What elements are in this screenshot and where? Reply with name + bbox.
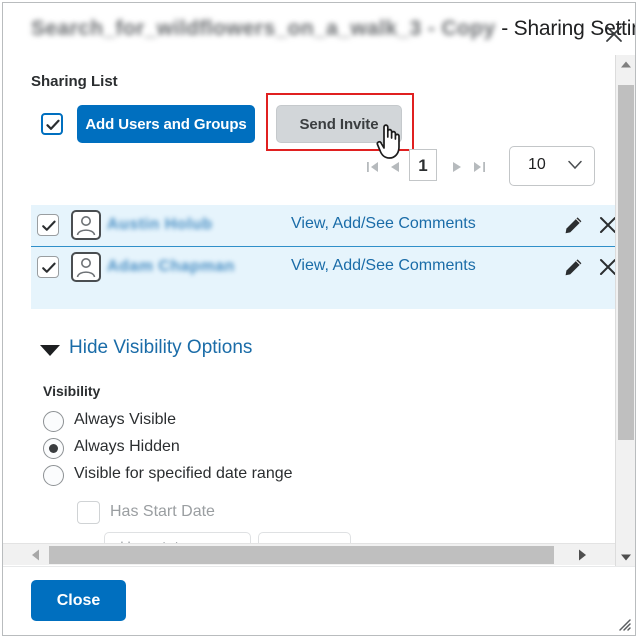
dialog-titlebar: Search_for_wildflowers_on_a_walk_3 - Cop… bbox=[3, 3, 635, 55]
has-start-date-label: Has Start Date bbox=[110, 503, 215, 520]
redacted-filename: Search_for_wildflowers_on_a_walk_3 - Cop… bbox=[31, 17, 496, 40]
add-users-and-groups-button[interactable]: Add Users and Groups bbox=[77, 105, 255, 143]
row-permission-link[interactable]: View, Add/See Comments bbox=[291, 257, 476, 275]
user-avatar-icon bbox=[71, 252, 101, 282]
next-page-icon[interactable] bbox=[449, 159, 465, 175]
hide-visibility-options-label: Hide Visibility Options bbox=[69, 337, 253, 358]
row-select-checkbox[interactable] bbox=[37, 214, 59, 236]
resize-grip-icon[interactable] bbox=[616, 616, 632, 632]
caret-down-icon bbox=[40, 345, 60, 356]
vertical-scrollbar[interactable] bbox=[615, 55, 635, 567]
dialog-content: Sharing List Add Users and Groups Send I… bbox=[3, 55, 615, 567]
select-all-checkbox[interactable] bbox=[41, 113, 63, 135]
pencil-icon[interactable] bbox=[563, 257, 584, 278]
close-icon[interactable] bbox=[601, 21, 627, 47]
last-page-icon[interactable] bbox=[471, 159, 487, 175]
pencil-icon[interactable] bbox=[563, 215, 584, 236]
radio-indicator bbox=[43, 438, 64, 459]
user-avatar-icon bbox=[71, 210, 101, 240]
current-page-number[interactable]: 1 bbox=[409, 149, 437, 181]
radio-indicator bbox=[43, 411, 64, 432]
table-row[interactable]: Austin Holub View, Add/See Comments bbox=[31, 205, 615, 247]
radio-label: Always Visible bbox=[74, 411, 176, 428]
scroll-down-arrow-icon[interactable] bbox=[616, 547, 635, 567]
horizontal-scrollbar-thumb[interactable] bbox=[49, 546, 554, 564]
table-row[interactable]: Adam Chapman View, Add/See Comments bbox=[31, 247, 615, 288]
dialog-footer: Close bbox=[3, 566, 635, 635]
page-size-value: 10 bbox=[528, 156, 546, 173]
chevron-down-icon bbox=[568, 160, 582, 170]
radio-label: Always Hidden bbox=[74, 438, 180, 455]
row-permission-link[interactable]: View, Add/See Comments bbox=[291, 215, 476, 233]
first-page-icon[interactable] bbox=[365, 159, 381, 175]
horizontal-scrollbar[interactable] bbox=[3, 543, 615, 565]
visibility-group-label: Visibility bbox=[43, 383, 101, 399]
page-size-select[interactable]: 10 bbox=[509, 146, 595, 186]
sharing-settings-dialog: Search_for_wildflowers_on_a_walk_3 - Cop… bbox=[2, 2, 636, 636]
send-invite-button[interactable]: Send Invite bbox=[276, 105, 402, 143]
vertical-scrollbar-thumb[interactable] bbox=[618, 85, 634, 440]
user-name: Austin Holub bbox=[107, 216, 213, 233]
radio-label: Visible for specified date range bbox=[74, 465, 293, 482]
sharing-list-heading: Sharing List bbox=[31, 73, 118, 90]
close-x-icon[interactable] bbox=[597, 214, 615, 236]
close-x-icon[interactable] bbox=[597, 256, 615, 278]
scroll-left-arrow-icon[interactable] bbox=[25, 545, 47, 565]
scroll-up-arrow-icon[interactable] bbox=[616, 55, 635, 75]
has-start-date-checkbox[interactable] bbox=[77, 501, 100, 524]
row-select-checkbox[interactable] bbox=[37, 256, 59, 278]
previous-page-icon[interactable] bbox=[387, 159, 403, 175]
dialog-title: Search_for_wildflowers_on_a_walk_3 - Cop… bbox=[31, 17, 635, 41]
close-button[interactable]: Close bbox=[31, 580, 126, 621]
sharing-list-table: Austin Holub View, Add/See Comments Adam… bbox=[31, 205, 615, 288]
radio-indicator bbox=[43, 465, 64, 486]
user-name: Adam Chapman bbox=[107, 258, 235, 275]
scroll-right-arrow-icon[interactable] bbox=[571, 545, 593, 565]
pagination-controls: 1 10 bbox=[359, 146, 615, 195]
sharing-list-background bbox=[31, 287, 615, 309]
